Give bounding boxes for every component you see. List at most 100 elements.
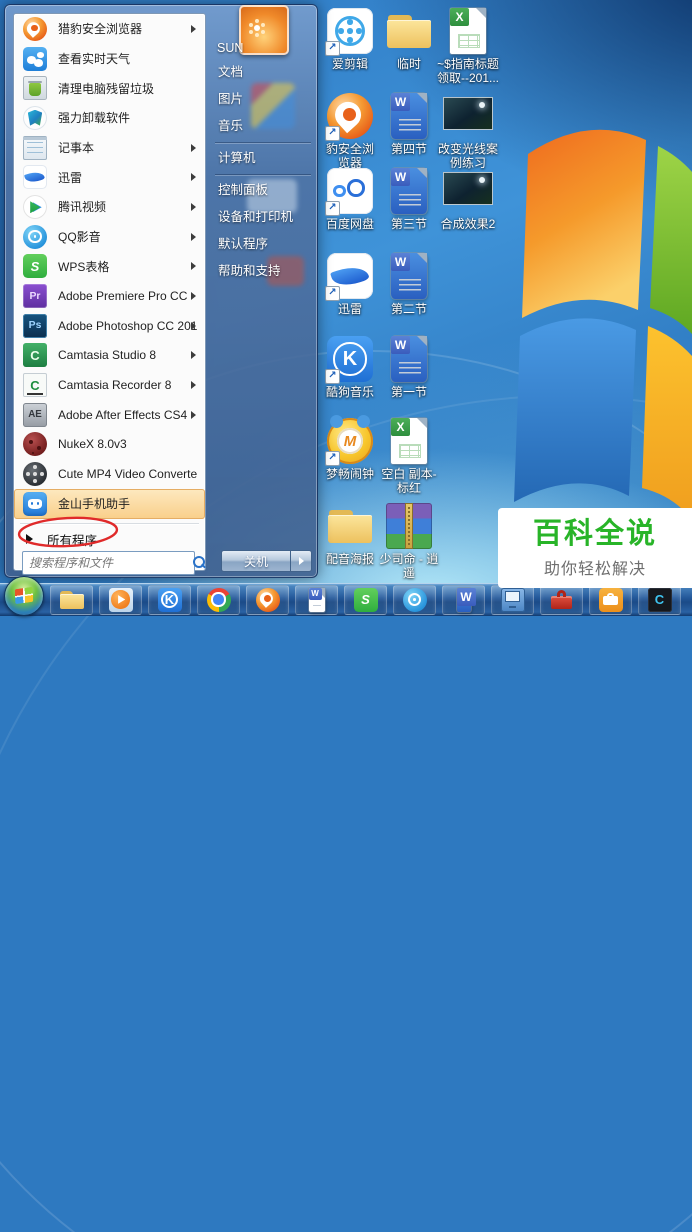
taskbar-icon-kugou[interactable] xyxy=(148,584,191,615)
desktop-icon[interactable]: ↗梦畅闹钟 xyxy=(318,415,382,481)
desktop-icon[interactable]: ↗酷狗音乐 xyxy=(318,336,382,399)
desktop-icon[interactable]: 合成效果2 xyxy=(436,168,500,231)
word-icon xyxy=(386,336,432,382)
shortcut-arrow-icon: ↗ xyxy=(325,451,340,466)
shutdown-options-arrow[interactable] xyxy=(291,550,312,572)
desktop-icon[interactable]: 第三节 xyxy=(377,168,441,231)
cheetah-browser-icon xyxy=(23,16,47,41)
aijianji-icon: ↗ xyxy=(325,8,373,56)
start-menu-item[interactable]: 迅雷 xyxy=(14,162,205,192)
start-menu-item[interactable]: 猎豹安全浏览器 xyxy=(14,14,205,44)
taskbar-icon-briefcase[interactable] xyxy=(589,584,632,615)
user-name[interactable]: SUN xyxy=(217,41,243,55)
kugou-icon: ↗ xyxy=(325,336,373,384)
submenu-arrow-icon xyxy=(191,173,196,182)
desktop-icon[interactable]: ↗ 爱剪辑 xyxy=(318,8,382,71)
desktop-icon[interactable]: 空白 副本- 标红 xyxy=(377,418,441,496)
start-menu-item[interactable]: WPS表格 xyxy=(14,252,205,282)
taskbar-icon-explorer[interactable] xyxy=(50,584,93,615)
shutdown-button[interactable]: 关机 xyxy=(221,550,291,572)
desktop-icon[interactable]: 少司命 - 逍 遥 xyxy=(377,503,441,581)
desktop-icon[interactable]: ↗ 迅雷 xyxy=(318,253,382,316)
start-menu-item[interactable]: 记事本 xyxy=(14,133,205,163)
desktop-icon[interactable]: ~$指南标题 领取--201... xyxy=(436,8,500,86)
start-menu-item-label: Adobe After Effects CS4 xyxy=(58,407,188,422)
search-icon[interactable] xyxy=(190,554,208,572)
start-menu-item-label: QQ影音 xyxy=(58,230,101,245)
taskbar-icon-chrome[interactable] xyxy=(197,584,240,615)
start-menu-item-label: 腾讯视频 xyxy=(58,200,107,215)
divider xyxy=(215,172,315,177)
start-menu-right-item[interactable]: 图片 xyxy=(215,86,315,113)
start-button[interactable] xyxy=(4,576,44,616)
tencent-video-icon xyxy=(23,194,47,219)
start-menu-right-item[interactable]: 控制面板 xyxy=(215,177,315,204)
search-input[interactable] xyxy=(23,556,190,570)
taskbar-icon-utility[interactable] xyxy=(491,584,534,615)
start-menu-right-items: 文档 图片 音乐计算机控制面板 设备和打印机 默认程序 帮助和支持 xyxy=(215,59,315,285)
shortcut-arrow-icon: ↗ xyxy=(325,41,340,56)
desktop-icon[interactable]: 第一节 xyxy=(377,336,441,399)
start-menu-item[interactable]: NukeX 8.0v3 xyxy=(14,430,205,460)
desktop-icon[interactable]: 配音海报 xyxy=(318,503,382,566)
start-menu-item[interactable]: QQ影音 xyxy=(14,222,205,252)
start-menu-item-label: Adobe Premiere Pro CC xyxy=(58,289,188,304)
taskbar-icon-toolbox[interactable] xyxy=(540,584,583,615)
start-menu-item[interactable]: Adobe Photoshop CC 2015.5 xyxy=(14,311,205,341)
taskbar-icon-c-app[interactable] xyxy=(638,584,681,615)
start-menu-item[interactable]: 腾讯视频 xyxy=(14,192,205,222)
start-menu-item[interactable]: Adobe Premiere Pro CC xyxy=(14,281,205,311)
shortcut-arrow-icon: ↗ xyxy=(325,201,340,216)
xunlei-icon: ↗ xyxy=(325,253,373,301)
submenu-arrow-icon xyxy=(191,321,196,330)
desktop-icon-label: 改变光线案 例练习 xyxy=(437,142,498,171)
start-menu-item[interactable]: 金山手机助手 xyxy=(14,489,205,519)
desktop-icon-label: 空白 副本- 标红 xyxy=(381,467,437,496)
watermark-card: 百科全说 助你轻松解决 xyxy=(498,508,692,588)
desktop-icon-label: 第二节 xyxy=(390,302,427,316)
start-menu-right-item[interactable]: 设备和打印机 xyxy=(215,204,315,231)
all-programs-arrow-icon xyxy=(26,534,33,544)
submenu-arrow-icon xyxy=(191,410,196,419)
start-menu-item[interactable]: 清理电脑残留垃圾 xyxy=(14,73,205,103)
start-menu-right-item[interactable]: 帮助和支持 xyxy=(215,258,315,285)
taskbar-icon-wps[interactable] xyxy=(344,584,387,615)
desktop-icon[interactable]: ↗ 百度网盘 xyxy=(318,168,382,231)
start-menu-item[interactable]: 查看实时天气 xyxy=(14,44,205,74)
start-menu-right-item[interactable]: 默认程序 xyxy=(215,231,315,258)
submenu-arrow-icon xyxy=(191,232,196,241)
word-icon xyxy=(386,253,432,299)
all-programs-item[interactable]: 所有程序 xyxy=(14,526,205,552)
desktop-icon[interactable]: 临时 xyxy=(377,8,441,71)
start-menu-item[interactable]: Camtasia Recorder 8 xyxy=(14,370,205,400)
taskbar-icon-qq-player[interactable] xyxy=(393,584,436,615)
submenu-arrow-icon xyxy=(191,24,196,33)
start-menu-right-item[interactable]: 音乐 xyxy=(215,113,315,140)
submenu-arrow-icon xyxy=(191,351,196,360)
taskbar-icon-media-play[interactable] xyxy=(99,584,142,615)
start-menu-item-label: NukeX 8.0v3 xyxy=(58,437,127,452)
start-menu-item[interactable]: Adobe After Effects CS4 xyxy=(14,400,205,430)
start-menu-item[interactable]: Camtasia Studio 8 xyxy=(14,341,205,371)
taskbar-icon-cheetah-browser[interactable] xyxy=(246,584,289,615)
start-menu-item-label: 记事本 xyxy=(58,141,95,156)
desktop-icon[interactable]: ↗ 豹安全浏 览器 xyxy=(318,93,382,171)
search-box[interactable] xyxy=(22,551,205,575)
desktop-icon[interactable]: 改变光线案 例练习 xyxy=(436,93,500,171)
start-menu-right-item[interactable]: 文档 xyxy=(215,59,315,86)
start-menu-item[interactable]: 强力卸载软件 xyxy=(14,103,205,133)
submenu-arrow-icon xyxy=(191,262,196,271)
user-avatar[interactable] xyxy=(239,5,289,55)
desktop-icon-label: 爱剪辑 xyxy=(331,57,368,71)
taskbar-icon-word[interactable] xyxy=(442,584,485,615)
taskbar-icon-word-doc[interactable] xyxy=(295,584,338,615)
desktop-icon[interactable]: 第二节 xyxy=(377,253,441,316)
desktop-icon[interactable]: 第四节 xyxy=(377,93,441,156)
start-menu-item-label: Camtasia Recorder 8 xyxy=(58,378,172,393)
image-icon xyxy=(443,168,493,214)
start-menu-item[interactable]: Cute MP4 Video Converter xyxy=(14,459,205,489)
start-menu-right-item[interactable]: 计算机 xyxy=(215,145,315,172)
xunlei-icon xyxy=(23,165,47,190)
excel-icon xyxy=(386,418,432,464)
windows-logo xyxy=(514,129,692,520)
